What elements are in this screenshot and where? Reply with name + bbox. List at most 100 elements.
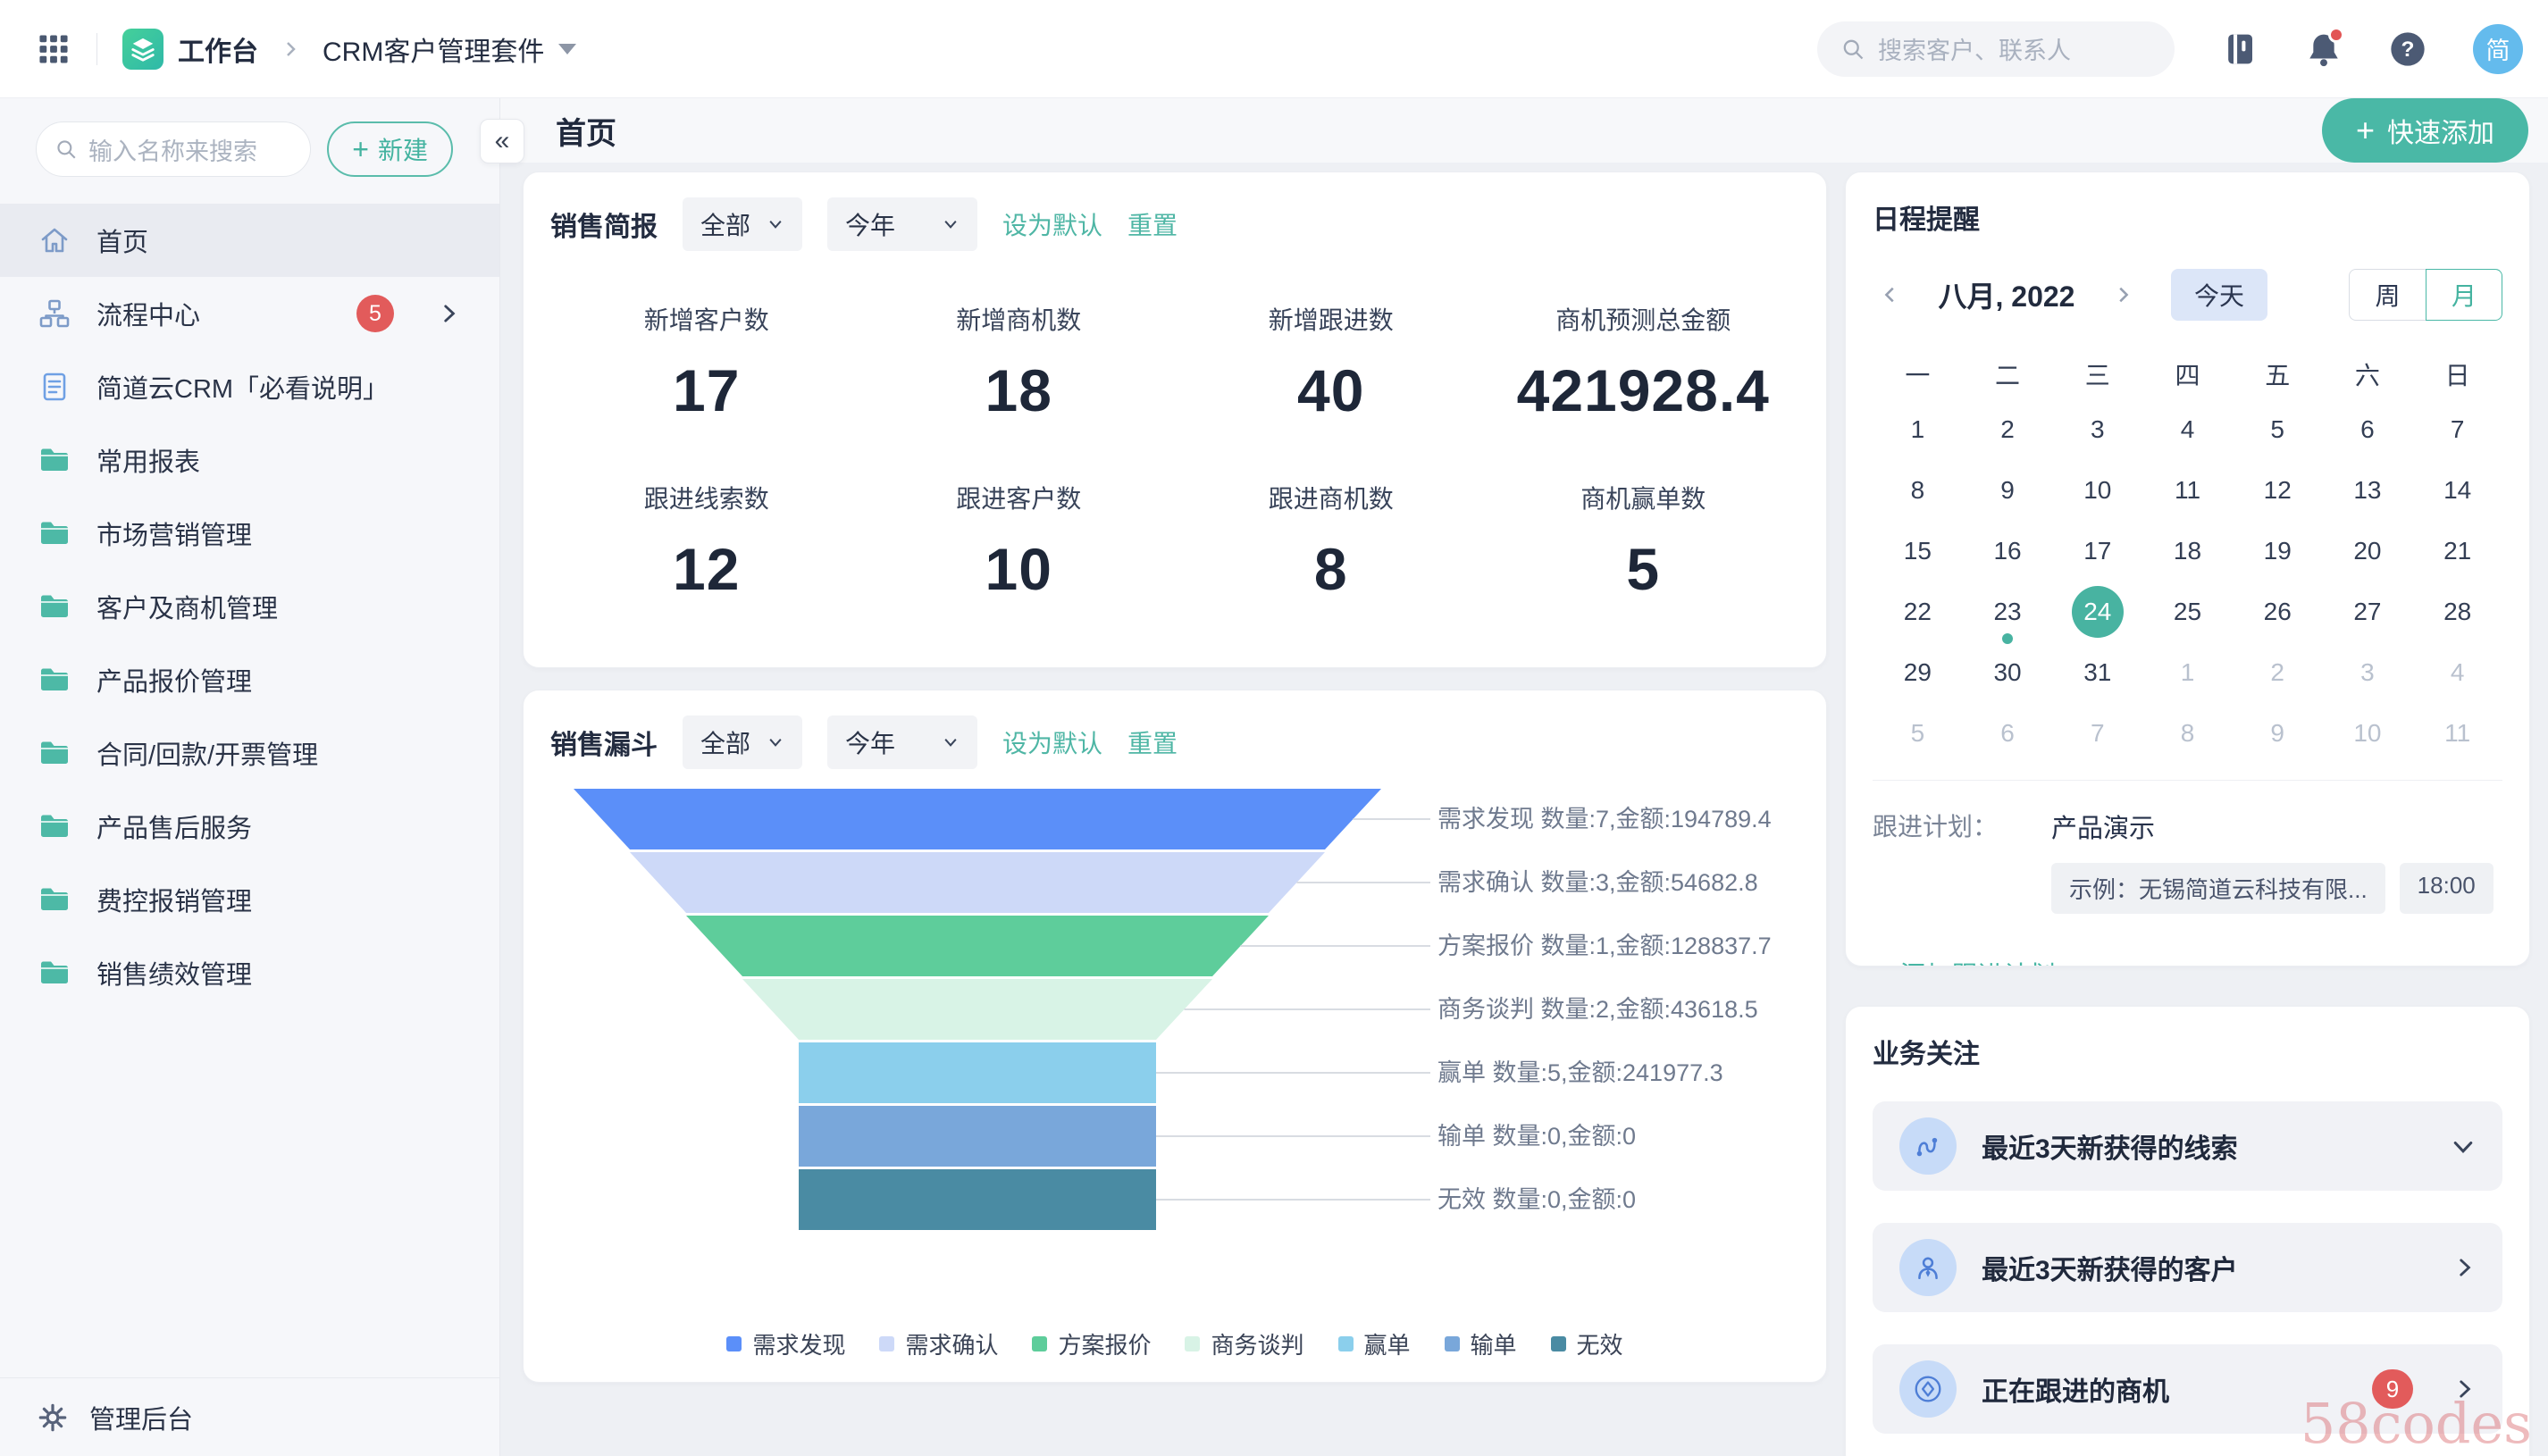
calendar-day[interactable]: 13: [2323, 460, 2413, 521]
calendar-day[interactable]: 26: [2233, 582, 2323, 642]
calendar-day[interactable]: 30: [1963, 642, 2053, 703]
help-icon[interactable]: ?: [2389, 30, 2426, 68]
calendar-day[interactable]: 24: [2052, 582, 2142, 642]
weekday-label: 五: [2265, 362, 2291, 389]
legend-item[interactable]: 需求确认: [879, 1327, 998, 1360]
jiandaoyun-logo-icon[interactable]: [122, 28, 163, 70]
app-grid-icon[interactable]: [36, 31, 71, 67]
calendar-day[interactable]: 18: [2142, 521, 2233, 582]
sales-brief-scope-select[interactable]: 全部: [683, 197, 803, 251]
calendar-day[interactable]: 31: [2052, 642, 2142, 703]
calendar-day[interactable]: 28: [2412, 582, 2502, 642]
set-default-link[interactable]: 设为默认: [1002, 206, 1102, 242]
legend-item[interactable]: 赢单: [1337, 1327, 1411, 1360]
calendar-day[interactable]: 22: [1873, 582, 1963, 642]
legend-item[interactable]: 无效: [1550, 1327, 1623, 1360]
legend-item[interactable]: 方案报价: [1032, 1327, 1151, 1360]
contacts-icon[interactable]: [2221, 30, 2259, 68]
reset-link[interactable]: 重置: [1127, 724, 1178, 760]
funnel-segment-5: [799, 1042, 1156, 1103]
calendar-day[interactable]: 19: [2233, 521, 2323, 582]
legend-item[interactable]: 需求发现: [726, 1327, 845, 1360]
calendar-day[interactable]: 25: [2142, 582, 2233, 642]
reset-link[interactable]: 重置: [1127, 206, 1178, 242]
sidebar-item-folder[interactable]: 产品报价管理: [0, 643, 499, 716]
calendar-day[interactable]: 1: [1873, 399, 1963, 460]
sales-funnel-time-select[interactable]: 今年: [827, 715, 978, 769]
notifications-bell-icon[interactable]: [2305, 26, 2344, 68]
calendar-day[interactable]: 3: [2323, 642, 2413, 703]
calendar-day[interactable]: 7: [2052, 703, 2142, 764]
calendar-day[interactable]: 4: [2142, 399, 2233, 460]
calendar-day[interactable]: 8: [1873, 460, 1963, 521]
breadcrumb-app-title[interactable]: CRM客户管理套件: [323, 29, 544, 69]
sidebar-collapse-button[interactable]: «: [480, 119, 524, 163]
calendar-day[interactable]: 16: [1963, 521, 2053, 582]
calendar-prev-icon[interactable]: [1873, 285, 1908, 305]
week-toggle[interactable]: 周: [2349, 269, 2426, 321]
calendar-day[interactable]: 29: [1873, 642, 1963, 703]
today-button[interactable]: 今天: [2171, 269, 2268, 321]
calendar-day[interactable]: 5: [2233, 399, 2323, 460]
calendar-day[interactable]: 11: [2142, 460, 2233, 521]
month-toggle[interactable]: 月: [2426, 269, 2502, 321]
calendar-day[interactable]: 20: [2323, 521, 2413, 582]
calendar-day[interactable]: 27: [2323, 582, 2413, 642]
business-row-label: 最近3天新获得的线索: [1982, 1134, 2238, 1164]
calendar-day[interactable]: 7: [2412, 399, 2502, 460]
calendar-next-icon[interactable]: [2105, 285, 2141, 305]
calendar-day[interactable]: 21: [2412, 521, 2502, 582]
followup-plan-title[interactable]: 产品演示: [2051, 807, 2494, 845]
admin-backend-item[interactable]: 管理后台: [0, 1377, 499, 1456]
sidebar-item-folder[interactable]: 合同/回款/开票管理: [0, 716, 499, 790]
sidebar: 输入名称来搜索 + 新建 首页 流程中心 5 简道云CRM「必看说明」 常用报表 市场营销…: [0, 98, 500, 1456]
calendar-day[interactable]: 11: [2412, 703, 2502, 764]
business-row-leads[interactable]: 最近3天新获得的线索: [1873, 1101, 2502, 1191]
set-default-link[interactable]: 设为默认: [1002, 724, 1102, 760]
business-row-opportunity[interactable]: 正在跟进的商机 9: [1873, 1344, 2502, 1434]
plus-icon: +: [1873, 958, 1890, 966]
sidebar-item-folder[interactable]: 产品售后服务: [0, 790, 499, 863]
calendar-day[interactable]: 5: [1873, 703, 1963, 764]
sales-brief-time-select[interactable]: 今年: [827, 197, 978, 251]
sidebar-search-input[interactable]: 输入名称来搜索: [36, 121, 312, 177]
app-switch-caret-icon[interactable]: [558, 43, 577, 54]
quick-add-button[interactable]: + 快速添加: [2321, 98, 2528, 163]
business-row-customer[interactable]: 最近3天新获得的客户: [1873, 1223, 2502, 1312]
user-avatar[interactable]: 简: [2473, 23, 2523, 74]
sidebar-item-folder[interactable]: 市场营销管理: [0, 497, 499, 570]
sidebar-item-flow[interactable]: 流程中心 5: [0, 277, 499, 350]
calendar-day[interactable]: 15: [1873, 521, 1963, 582]
calendar-day[interactable]: 17: [2052, 521, 2142, 582]
sidebar-item-folder[interactable]: 费控报销管理: [0, 863, 499, 936]
legend-item[interactable]: 输单: [1444, 1327, 1517, 1360]
calendar-day[interactable]: 8: [2142, 703, 2233, 764]
sidebar-item-home[interactable]: 首页: [0, 204, 499, 277]
calendar-day[interactable]: 2: [2233, 642, 2323, 703]
chevron-down-icon: [2451, 1134, 2476, 1159]
legend-item[interactable]: 商务谈判: [1185, 1327, 1304, 1360]
calendar-day[interactable]: 3: [2052, 399, 2142, 460]
calendar-day[interactable]: 12: [2233, 460, 2323, 521]
sidebar-item-doc[interactable]: 简道云CRM「必看说明」: [0, 350, 499, 423]
calendar-day[interactable]: 9: [1963, 460, 2053, 521]
global-search-input[interactable]: 搜索客户、联系人: [1817, 21, 2175, 77]
sales-funnel-scope-select[interactable]: 全部: [683, 715, 803, 769]
calendar-day[interactable]: 6: [1963, 703, 2053, 764]
calendar-day[interactable]: 9: [2233, 703, 2323, 764]
calendar-day[interactable]: 23: [1963, 582, 2053, 644]
sales-funnel-title: 销售漏斗: [550, 731, 658, 760]
sidebar-item-folder[interactable]: 客户及商机管理: [0, 570, 499, 643]
new-button[interactable]: + 新建: [327, 121, 453, 177]
calendar-day[interactable]: 2: [1963, 399, 2053, 460]
calendar-day[interactable]: 4: [2412, 642, 2502, 703]
calendar-day[interactable]: 14: [2412, 460, 2502, 521]
calendar-day[interactable]: 6: [2323, 399, 2413, 460]
add-followup-plan-link[interactable]: + 添加跟进计划: [1873, 955, 2502, 966]
calendar-day[interactable]: 1: [2142, 642, 2233, 703]
sidebar-item-folder[interactable]: 销售绩效管理: [0, 936, 499, 1009]
calendar-day[interactable]: 10: [2323, 703, 2413, 764]
workspace-label[interactable]: 工作台: [178, 29, 258, 69]
calendar-day[interactable]: 10: [2052, 460, 2142, 521]
sidebar-item-folder[interactable]: 常用报表: [0, 423, 499, 497]
